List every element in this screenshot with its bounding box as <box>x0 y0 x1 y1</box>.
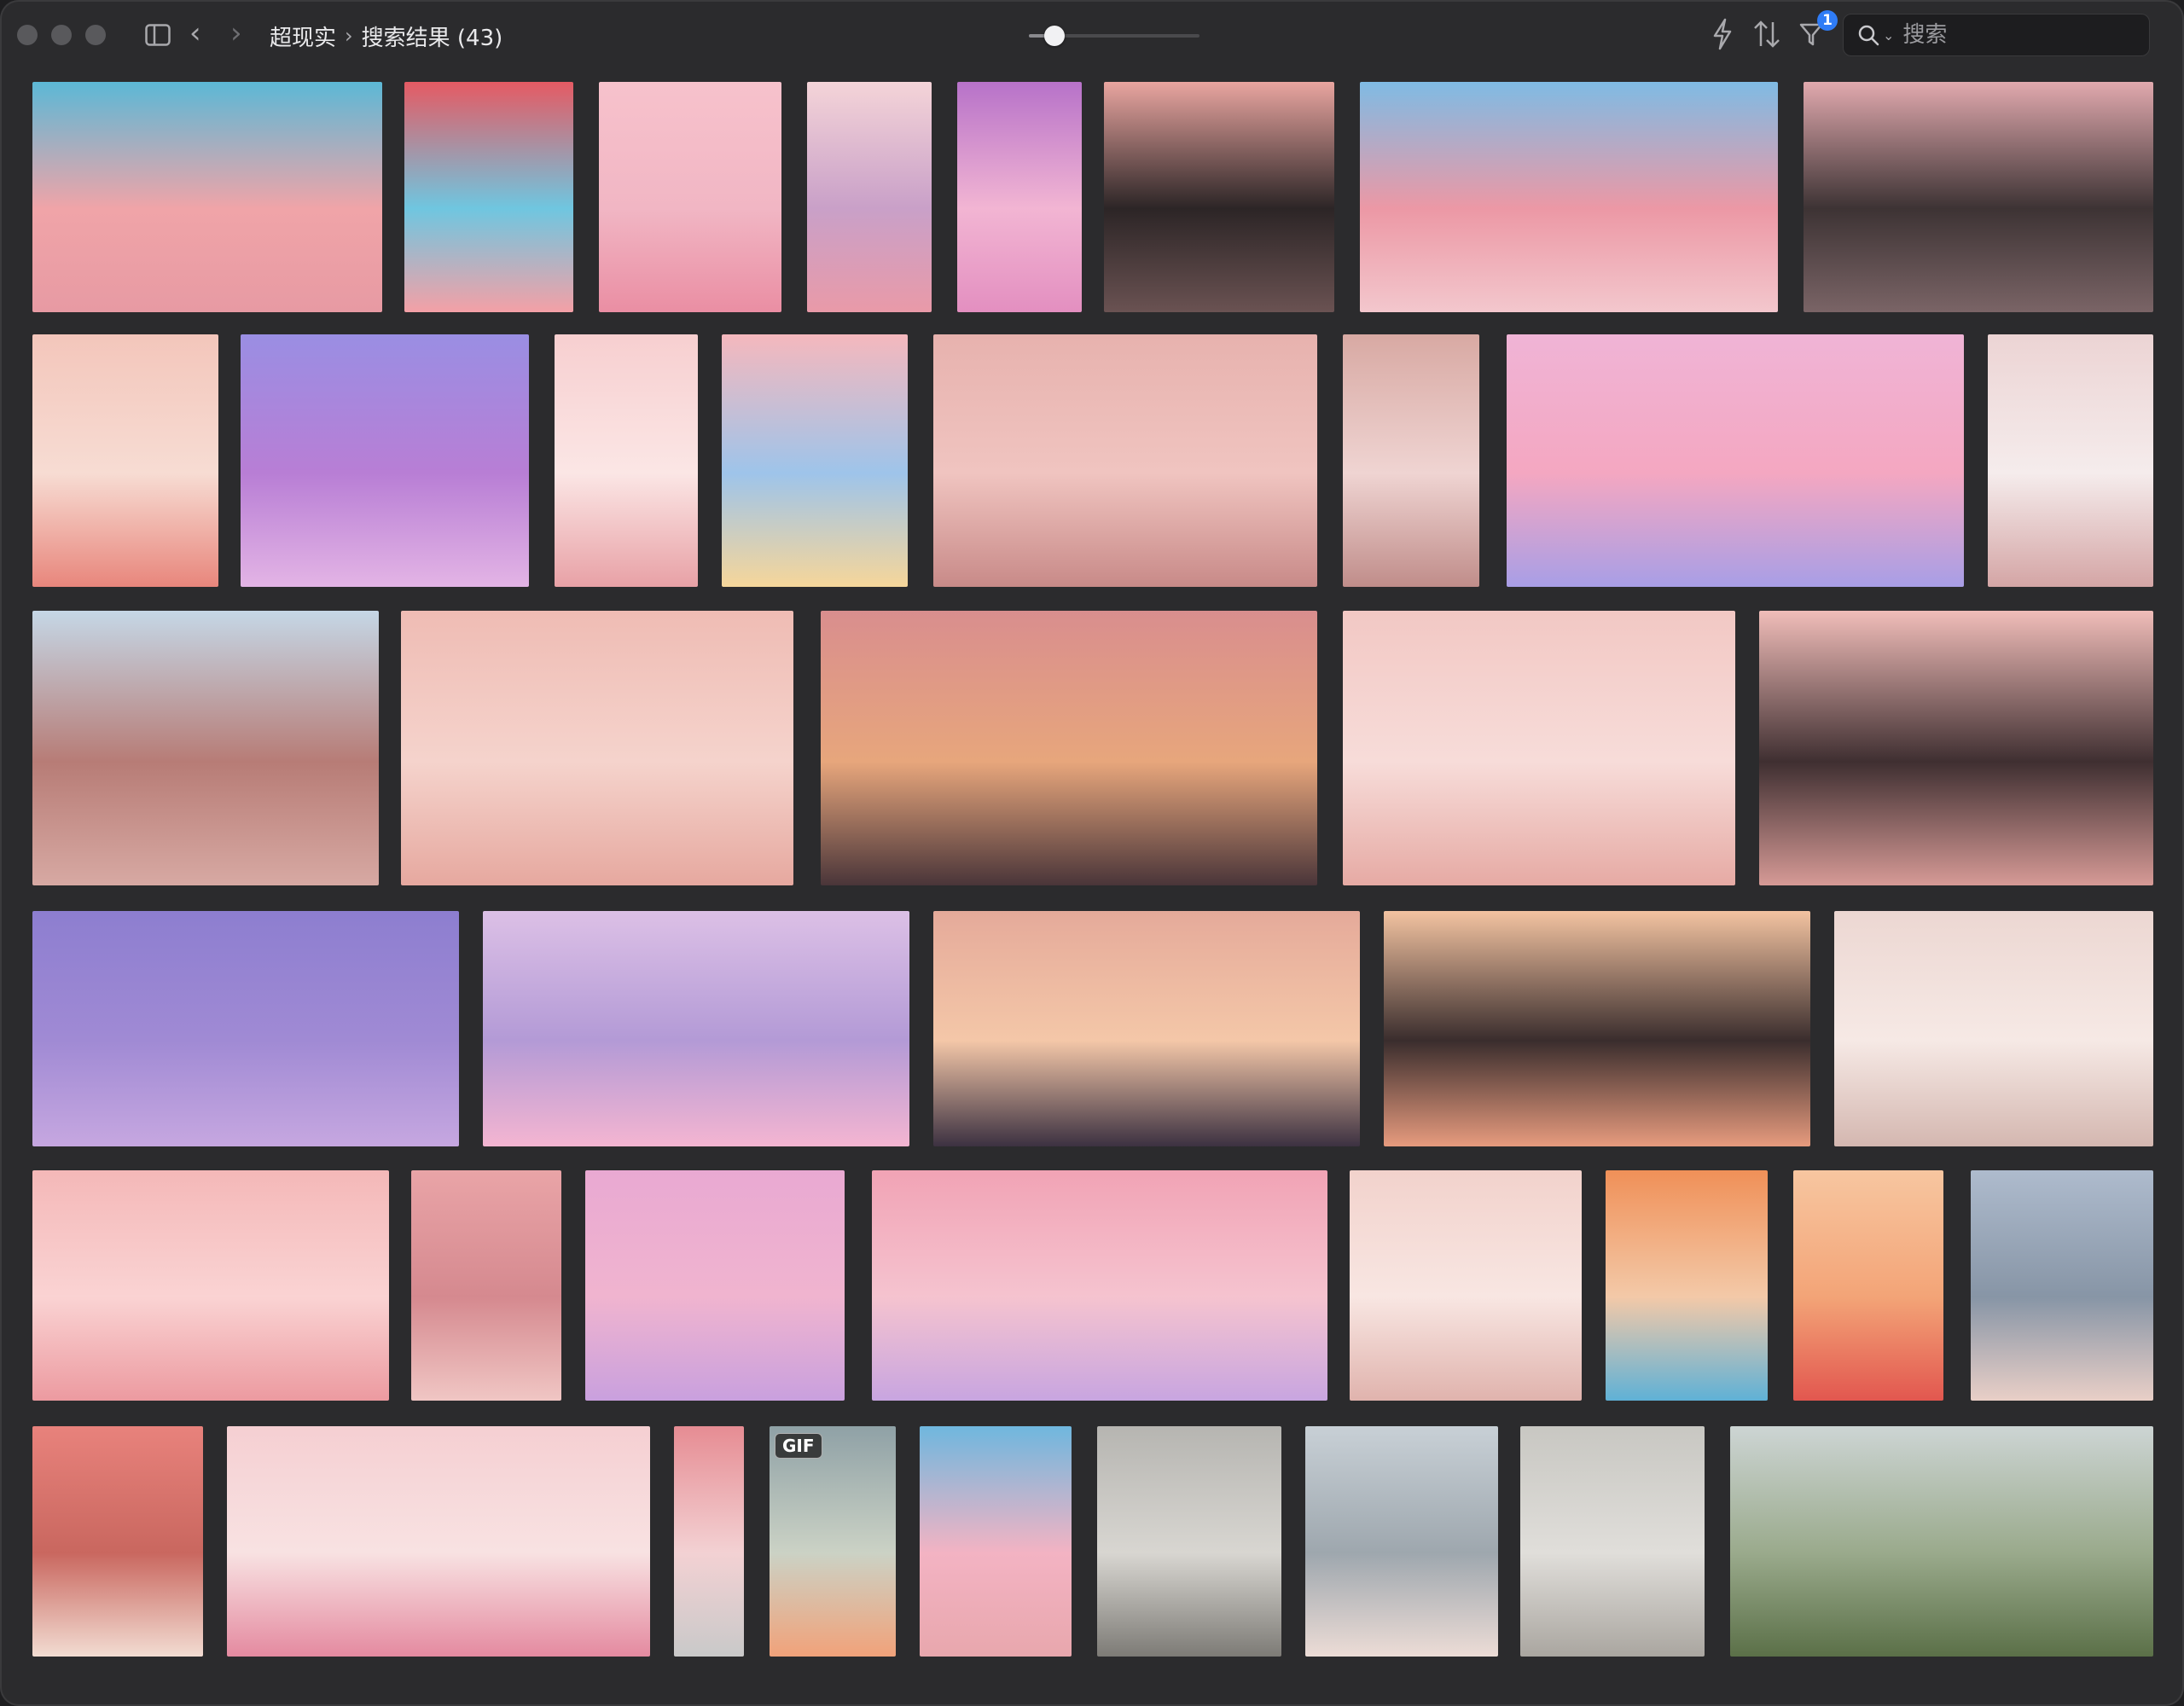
gallery-image-bedroom-poster-what[interactable] <box>807 82 932 312</box>
gallery-image-lilac-valley-river[interactable] <box>483 911 909 1146</box>
gallery-image-satellite-perfume[interactable] <box>1343 334 1479 587</box>
gallery-image-cosmetics-arch[interactable] <box>555 334 698 587</box>
gallery-image-pink-desert-mountains[interactable] <box>32 82 382 312</box>
gallery-image-marble-podium[interactable] <box>32 1426 203 1657</box>
gallery-image-dusk-lake-reflection[interactable] <box>933 911 1360 1146</box>
gallery-image-pink-castle-poster[interactable] <box>404 82 573 312</box>
gallery-image-pink-dunes-tree[interactable] <box>227 1426 650 1657</box>
gallery-image-headphones-design[interactable] <box>32 1170 389 1401</box>
gallery-image-spiral-tower-dusk[interactable] <box>1104 82 1334 312</box>
gallery-image-pink-valley[interactable] <box>933 334 1317 587</box>
gallery-image-purple-tmall-poster[interactable] <box>957 82 1082 312</box>
gallery-image-snow-triangle[interactable] <box>1971 1170 2153 1401</box>
gallery-image-round-moon-hall[interactable] <box>1759 611 2153 885</box>
gallery-image-white-sculpture-coral[interactable] <box>1305 1426 1498 1657</box>
gallery-image-moon-purple-clouds[interactable] <box>241 334 529 587</box>
image-grid: GIF <box>0 0 2184 1706</box>
gallery-image-bathtub-scene[interactable] <box>872 1170 1327 1401</box>
gallery-image-pink-tree-cloud[interactable] <box>599 82 781 312</box>
gallery-image-white-dunes-texture[interactable] <box>1834 911 2153 1146</box>
gallery-image-camera-coral-poster[interactable] <box>1606 1170 1768 1401</box>
gallery-image-rocky-pink-canyon[interactable] <box>1804 82 2153 312</box>
gallery-image-blue-sky-pink-lake[interactable] <box>920 1426 1072 1657</box>
gallery-image-wine-bottles-tower[interactable] <box>674 1426 744 1657</box>
app-window: ‹ › 超现实 › 搜索结果 (43) 1 ⌄ 搜索 GIF <box>0 0 2184 1706</box>
gallery-image-pastel-shapes[interactable] <box>722 334 908 587</box>
gallery-image-cat-flowers-poster[interactable] <box>1793 1170 1943 1401</box>
gallery-image-flamingos-lagoon[interactable] <box>411 1170 561 1401</box>
gif-badge: GIF <box>775 1433 822 1459</box>
gallery-image-wooden-cross-sculpture[interactable] <box>1097 1426 1281 1657</box>
gallery-image-sunset-orb-lake[interactable] <box>1384 911 1810 1146</box>
gallery-image-coral-product-steps[interactable] <box>32 334 218 587</box>
gallery-image-violet-glass-dome[interactable] <box>32 911 459 1146</box>
gallery-image-floating-bubbles-river[interactable] <box>1507 334 1964 587</box>
gallery-image-chair-promo-pink[interactable] <box>585 1170 845 1401</box>
gallery-image-stone-stack-ropes[interactable] <box>1520 1426 1705 1657</box>
gallery-image-moon-room[interactable] <box>401 611 793 885</box>
gallery-image-blue-robot-arches[interactable] <box>1360 82 1778 312</box>
gallery-image-sunset-lake-spheres[interactable] <box>821 611 1317 885</box>
gallery-image-pink-corridor-arches[interactable] <box>1350 1170 1582 1401</box>
gallery-image-arch-tiles-room[interactable] <box>1343 611 1735 885</box>
gallery-image-geometric-practice[interactable] <box>1988 334 2153 587</box>
gallery-image-gif-tmall-poster[interactable]: GIF <box>770 1426 896 1657</box>
gallery-image-green-hills-lake[interactable] <box>1730 1426 2153 1657</box>
gallery-image-sandstone-waves[interactable] <box>32 611 379 885</box>
